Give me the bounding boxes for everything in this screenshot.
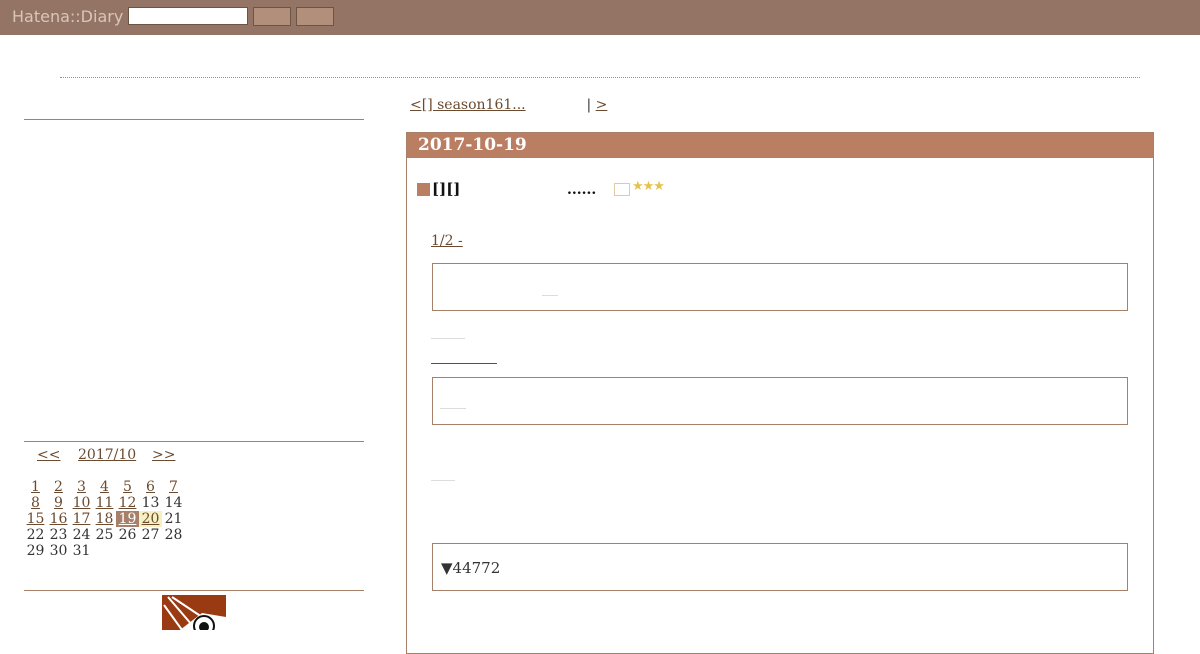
star-icons[interactable]: ★★★ — [632, 179, 665, 194]
calendar-day-link[interactable]: 2 — [54, 479, 63, 495]
calendar-day-link[interactable]: 1 — [31, 479, 40, 495]
search-button[interactable] — [253, 7, 291, 26]
section-square-icon[interactable] — [417, 182, 430, 196]
calendar-day[interactable]: 6 — [139, 479, 162, 495]
calendar-day: 21 — [164, 511, 183, 527]
calendar-week: 22 23 24 25 26 27 28 — [24, 527, 185, 543]
calendar-day-link[interactable]: 4 — [100, 479, 109, 495]
calendar-week: 29 30 31 — [24, 543, 185, 559]
calendar-day: 14 — [164, 495, 183, 511]
calendar-day-link[interactable]: 6 — [146, 479, 155, 495]
calendar-day[interactable]: 5 — [116, 479, 139, 495]
calendar-day[interactable]: 19 — [116, 511, 139, 527]
calendar-day: 22 — [26, 527, 45, 543]
calendar-week: 15 16 17 18 19 20 21 — [24, 511, 185, 527]
calendar-day: 29 — [26, 543, 45, 559]
calendar-day: 26 — [118, 527, 137, 543]
calendar-day[interactable]: 18 — [93, 511, 116, 527]
calendar-day-link[interactable]: 3 — [77, 479, 86, 495]
prev-entry-link[interactable]: <[] season161... — [410, 97, 582, 113]
calendar-day: 25 — [95, 527, 114, 543]
calendar-day[interactable]: 17 — [70, 511, 93, 527]
calendar: 1 2 3 4 5 6 7 8 9 10 11 12 13 14 15 16 17 18 19 20 21 22 23 24 2… — [24, 479, 185, 559]
calendar-day[interactable]: 9 — [47, 495, 70, 511]
mascot-image — [162, 595, 226, 630]
sidebar-divider — [24, 590, 364, 591]
view-count: ▼44772 — [441, 559, 501, 577]
calendar-day-link[interactable]: 11 — [96, 495, 114, 511]
calendar-day: 23 — [49, 527, 68, 543]
header-button[interactable] — [296, 7, 334, 26]
sidebar-divider — [24, 119, 364, 120]
calendar-day-link[interactable]: 9 — [54, 495, 63, 511]
calendar-day-link[interactable]: 19 — [119, 511, 137, 527]
calendar-week: 8 9 10 11 12 13 14 — [24, 495, 185, 511]
count-box: ▼44772 — [432, 543, 1128, 591]
top-bar: Hatena::Diary — [0, 0, 1200, 35]
calendar-day: 28 — [164, 527, 183, 543]
calendar-next-link[interactable]: >> — [152, 447, 175, 463]
calendar-day-link[interactable]: 10 — [73, 495, 91, 511]
calendar-day: 13 — [141, 495, 160, 511]
faint-link[interactable] — [440, 408, 466, 409]
calendar-day[interactable]: 7 — [162, 479, 185, 495]
calendar-day-link[interactable]: 8 — [31, 495, 40, 511]
calendar-day[interactable]: 11 — [93, 495, 116, 511]
site-logo[interactable]: Hatena::Diary — [12, 7, 123, 26]
next-entry-link[interactable]: > — [596, 97, 622, 113]
calendar-day[interactable]: 12 — [116, 495, 139, 511]
faint-line — [431, 480, 455, 481]
entry-date[interactable]: 2017-10-19 — [407, 133, 1153, 158]
faint-line — [431, 338, 465, 339]
calendar-day: 31 — [72, 543, 91, 559]
header-divider — [60, 77, 1140, 78]
entry-link[interactable]: 1/2 - — [431, 233, 567, 249]
calendar-day: 27 — [141, 527, 160, 543]
quote-box — [432, 263, 1128, 311]
calendar-day[interactable]: 1 — [24, 479, 47, 495]
section-ellipsis: ...... — [567, 182, 597, 198]
calendar-day[interactable]: 4 — [93, 479, 116, 495]
calendar-day[interactable]: 15 — [24, 511, 47, 527]
calendar-week: 1234567 — [24, 479, 185, 495]
section-title-text: [][] — [432, 180, 461, 198]
calendar-day-link[interactable]: 12 — [119, 495, 137, 511]
calendar-month-link[interactable]: 2017/10 — [78, 447, 136, 463]
calendar-day-link[interactable]: 5 — [123, 479, 132, 495]
calendar-day-link[interactable]: 7 — [169, 479, 178, 495]
calendar-day[interactable]: 10 — [70, 495, 93, 511]
calendar-day: 30 — [49, 543, 68, 559]
calendar-day[interactable]: 16 — [47, 511, 70, 527]
pager-separator: | — [586, 97, 592, 113]
sidebar-divider — [24, 441, 364, 442]
entry-pager: <[] season161... | > — [410, 97, 622, 113]
calendar-day-link[interactable]: 20 — [142, 511, 160, 527]
search-input[interactable] — [128, 7, 248, 25]
calendar-day-link[interactable]: 16 — [50, 511, 68, 527]
calendar-day[interactable]: 2 — [47, 479, 70, 495]
quote-box — [432, 377, 1128, 425]
section-title: [][] — [417, 180, 460, 198]
calendar-day: 24 — [72, 527, 91, 543]
calendar-day-link[interactable]: 18 — [96, 511, 114, 527]
underlined-link[interactable] — [431, 363, 497, 364]
calendar-day[interactable]: 20 — [139, 511, 162, 527]
calendar-day[interactable]: 3 — [70, 479, 93, 495]
faint-link[interactable] — [542, 295, 558, 296]
diary-entry: 2017-10-19 [][] ...... ★★★ 1/2 - ▼44772 — [406, 132, 1154, 654]
calendar-day-link[interactable]: 17 — [73, 511, 91, 527]
add-star-icon[interactable] — [614, 183, 630, 196]
calendar-day-link[interactable]: 15 — [27, 511, 45, 527]
calendar-day[interactable]: 8 — [24, 495, 47, 511]
calendar-prev-link[interactable]: << — [37, 447, 60, 463]
